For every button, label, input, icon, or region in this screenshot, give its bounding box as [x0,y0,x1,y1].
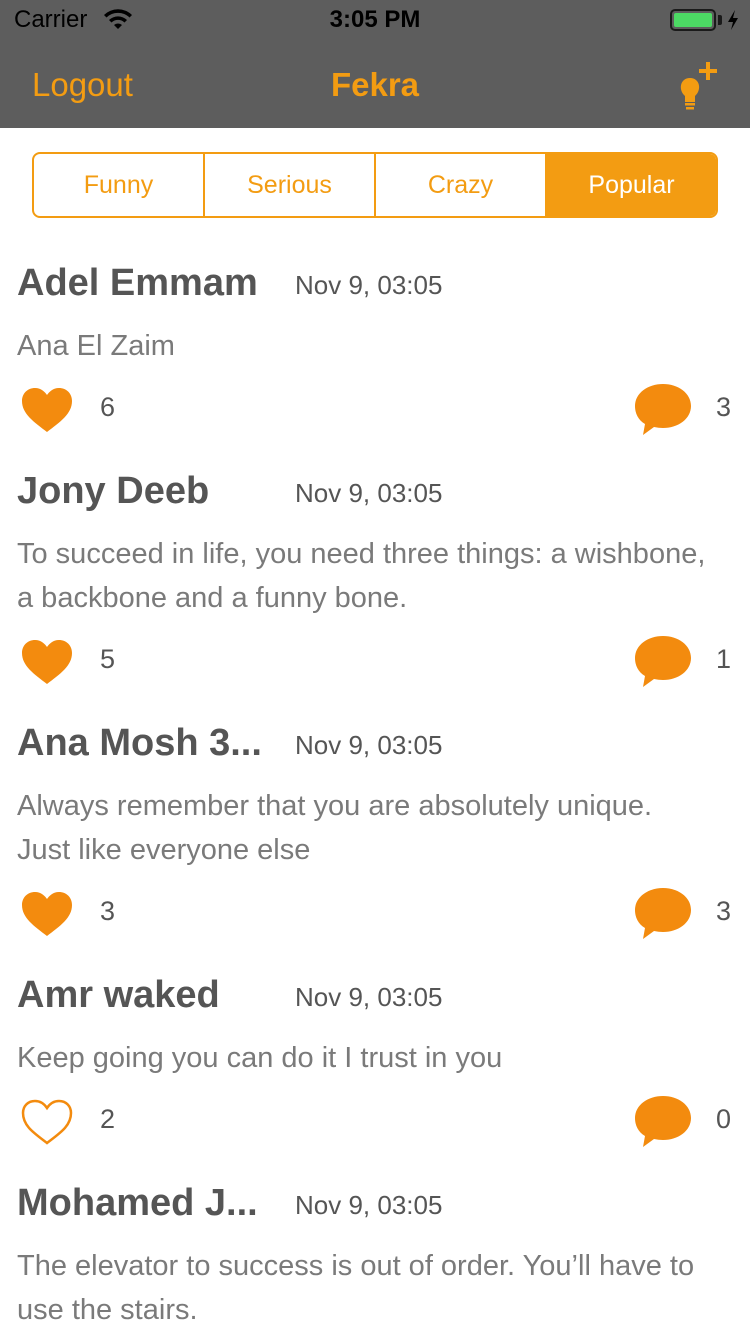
post-item[interactable]: Amr waked Nov 9, 03:05 Keep going you ca… [0,952,750,1160]
post-item[interactable]: Ana Mosh 3... Nov 9, 03:05 Always rememb… [0,700,750,952]
post-date: Nov 9, 03:05 [295,730,443,760]
comment-bubble-icon[interactable] [633,382,693,438]
post-author: Ana Mosh 3... [17,722,262,764]
post-date: Nov 9, 03:05 [295,982,443,1012]
post-item[interactable]: Jony Deeb Nov 9, 03:05 To succeed in lif… [0,448,750,700]
post-author: Jony Deeb [17,470,210,512]
like-count: 2 [100,1104,116,1134]
status-time: 3:05 PM [329,6,421,33]
post-date: Nov 9, 03:05 [295,270,443,300]
navigation-bar: Carrier 3:05 PM Logout Fekra [0,0,750,128]
post-text: Keep going you can do it I trust in you [17,1042,503,1074]
like-count: 5 [100,644,116,674]
battery-tip [718,15,722,25]
heart-outline-icon[interactable] [20,1098,74,1146]
post-text: Always remember that you are absolutely … [17,790,653,866]
post-item[interactable]: Adel Emmam Nov 9, 03:05 Ana El Zaim 6 3 [0,240,750,450]
category-segmented-control: Funny Serious Crazy Popular [32,152,718,218]
post-item[interactable]: Mohamed J... Nov 9, 03:05 The elevator t… [0,1160,750,1334]
segment-crazy[interactable]: Crazy [376,154,547,216]
like-count: 3 [100,896,116,926]
charging-bolt-icon [728,10,738,30]
comment-bubble-icon[interactable] [633,886,693,942]
add-idea-lightbulb-icon[interactable] [672,58,724,110]
comment-bubble-icon[interactable] [633,1094,693,1150]
comment-count: 3 [716,896,732,926]
post-text: Ana El Zaim [17,330,175,362]
post-date: Nov 9, 03:05 [295,478,443,508]
post-date: Nov 9, 03:05 [295,1190,443,1220]
segment-serious[interactable]: Serious [205,154,376,216]
comment-count: 0 [716,1104,732,1134]
segment-popular[interactable]: Popular [547,154,716,216]
post-author: Mohamed J... [17,1182,258,1224]
post-text: The elevator to success is out of order.… [17,1250,695,1326]
segment-funny[interactable]: Funny [34,154,205,216]
comment-count: 3 [716,392,732,422]
battery-level [674,13,712,27]
post-author: Adel Emmam [17,262,258,304]
page-title: Fekra [330,66,420,103]
heart-filled-icon[interactable] [20,638,74,686]
heart-filled-icon[interactable] [20,890,74,938]
like-count: 6 [100,392,116,422]
comment-count: 1 [716,644,732,674]
heart-filled-icon[interactable] [20,386,74,434]
post-text: To succeed in life, you need three thing… [17,538,706,614]
status-bar: Carrier 3:05 PM [0,0,750,40]
battery-icon [670,9,716,31]
post-author: Amr waked [17,974,220,1016]
comment-bubble-icon[interactable] [633,634,693,690]
